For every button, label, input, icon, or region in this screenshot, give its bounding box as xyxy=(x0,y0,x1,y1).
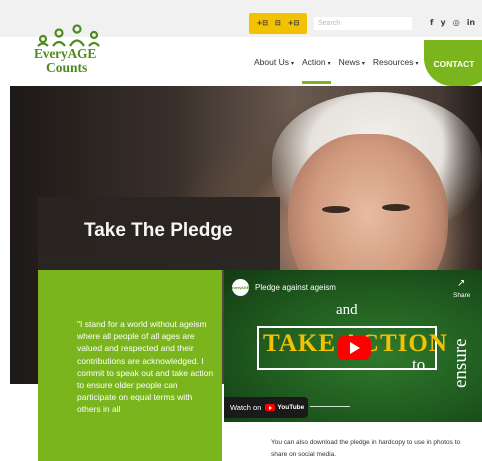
logo-line-2: Counts xyxy=(46,60,88,75)
accessibility-toolbar: +⊟ ⊟ +⊟ xyxy=(249,13,307,34)
pledge-text: "I stand for a world without ageism wher… xyxy=(77,319,214,415)
youtube-logo: YouTube xyxy=(265,404,304,411)
share-label[interactable]: Share xyxy=(453,292,470,299)
hero-eye-shape xyxy=(382,204,410,211)
linkedin-icon[interactable]: in xyxy=(467,15,475,31)
nav-item-about-us[interactable]: About Us ▾ xyxy=(254,57,294,67)
text-decrease-icon[interactable]: +⊟ xyxy=(288,20,300,27)
play-icon xyxy=(350,342,360,354)
video-overlay-to: to xyxy=(412,355,426,374)
nav-label: News xyxy=(338,57,360,67)
download-info-text: You can also download the pledge in hard… xyxy=(271,439,461,458)
pledge-box: "I stand for a world without ageism wher… xyxy=(38,270,222,461)
nav-label: About Us xyxy=(254,57,289,67)
video-overlay-ensure: ensure xyxy=(450,338,471,388)
video-embed[interactable]: everyAGE Pledge against ageism ↗ Share a… xyxy=(224,270,482,422)
social-links: f y ◎ in xyxy=(430,15,475,31)
chevron-down-icon: ▾ xyxy=(290,61,294,67)
page-title: Take The Pledge xyxy=(84,220,233,241)
video-overlay-line xyxy=(310,406,350,407)
nav-label: Action xyxy=(301,57,326,67)
nav-item-news[interactable]: News ▾ xyxy=(339,57,365,67)
video-title[interactable]: Pledge against ageism xyxy=(255,283,336,292)
chevron-down-icon: ▾ xyxy=(327,61,331,67)
contact-button[interactable]: CONTACT xyxy=(424,40,482,86)
hero-eye-shape xyxy=(322,206,350,213)
every-age-counts-logo[interactable]: EveryAGE Counts xyxy=(34,24,104,80)
channel-avatar[interactable]: everyAGE xyxy=(232,279,249,296)
contrast-icon[interactable]: ⊟ xyxy=(275,20,281,27)
instagram-icon[interactable]: ◎ xyxy=(453,15,460,31)
main-nav: About Us ▾ Action ▾ News ▾ Resources ▾ xyxy=(254,57,427,84)
share-icon[interactable]: ↗ xyxy=(457,278,465,289)
nav-item-resources[interactable]: Resources ▾ xyxy=(373,57,419,67)
youtube-icon xyxy=(265,404,276,411)
page-title-box: Take The Pledge xyxy=(38,197,280,270)
chevron-down-icon: ▾ xyxy=(415,61,419,67)
logo-figures-icon xyxy=(37,24,100,47)
video-overlay-and: and xyxy=(336,302,358,318)
facebook-icon[interactable]: f xyxy=(430,15,433,31)
search-input[interactable]: Search xyxy=(314,17,412,30)
twitter-icon[interactable]: y xyxy=(440,15,445,31)
youtube-label: YouTube xyxy=(277,404,305,411)
watch-on-youtube-button[interactable]: Watch on YouTube xyxy=(224,397,308,418)
chevron-down-icon: ▾ xyxy=(361,61,365,67)
play-button[interactable] xyxy=(337,336,371,360)
nav-label: Resources xyxy=(372,57,414,67)
text-increase-icon[interactable]: +⊟ xyxy=(256,20,268,27)
nav-item-action[interactable]: Action ▾ xyxy=(301,57,331,84)
watch-on-label: Watch on xyxy=(230,403,262,412)
